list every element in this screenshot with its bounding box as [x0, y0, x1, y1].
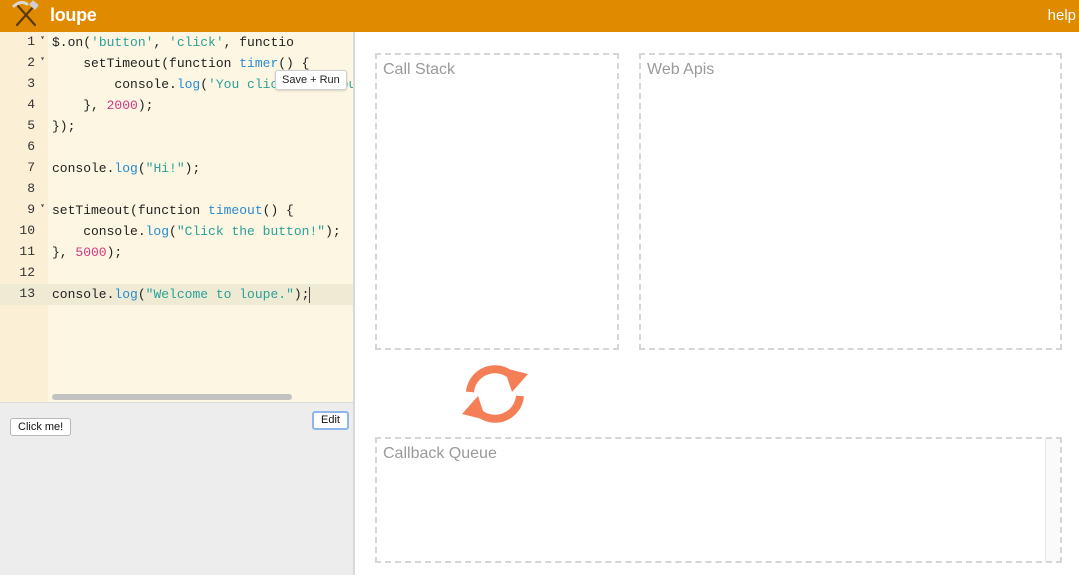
fold-arrow-icon[interactable]: ▾ [40, 201, 45, 211]
code-line-text: }); [52, 119, 76, 134]
text-cursor [309, 286, 311, 303]
editor-scrollbar-thumb[interactable] [52, 394, 292, 400]
web-apis-panel: Web Apis [639, 53, 1062, 350]
line-number: 3 [0, 74, 48, 95]
line-number: 8 [0, 179, 48, 200]
line-number: 5 [0, 116, 48, 137]
line-number: 13 [0, 284, 48, 305]
line-number-text: 6 [27, 139, 35, 154]
code-line[interactable]: }, 5000); [48, 242, 353, 263]
code-line[interactable]: console.log("Hi!"); [48, 158, 353, 179]
line-number: 10 [0, 221, 48, 242]
save-run-button[interactable]: Save + Run [275, 70, 347, 90]
code-line[interactable]: }); [48, 116, 353, 137]
line-number-text: 5 [27, 118, 35, 133]
line-number-text: 1 [27, 34, 35, 49]
fold-arrow-icon[interactable]: ▾ [40, 54, 45, 64]
help-link[interactable]: help [1048, 7, 1076, 24]
callback-queue-scrollbar[interactable] [1045, 439, 1060, 561]
line-number: 11 [0, 242, 48, 263]
code-line[interactable]: setTimeout(function timeout() { [48, 200, 353, 221]
code-line-text: console.log("Hi!"); [52, 161, 201, 176]
code-line-text: console.log("Click the button!"); [52, 224, 341, 239]
code-line-text: }, 5000); [52, 245, 123, 260]
line-number-text: 8 [27, 181, 35, 196]
line-number-gutter: 1 ▾ 2 ▾ 3 4 5 6 7 8 9 ▾ 10 11 12 13 [0, 32, 48, 402]
call-stack-label: Call Stack [383, 61, 456, 78]
line-number: 1 ▾ [0, 32, 48, 53]
left-panel: 1 ▾ 2 ▾ 3 4 5 6 7 8 9 ▾ 10 11 12 13 $.on('button', 'cli… [0, 32, 355, 575]
line-number-text: 12 [19, 265, 35, 280]
code-line[interactable] [48, 137, 353, 158]
top-bar: loupe help [0, 0, 1079, 32]
code-line[interactable]: $.on('button', 'click', functio [48, 32, 353, 53]
code-line-text: setTimeout(function timeout() { [52, 203, 294, 218]
callback-queue-panel: Callback Queue [375, 437, 1062, 563]
line-number: 12 [0, 263, 48, 284]
code-line-text: }, 2000); [52, 98, 154, 113]
line-number-text: 3 [27, 76, 35, 91]
callback-queue-label: Callback Queue [383, 445, 497, 462]
line-number-text: 9 [27, 202, 35, 217]
line-number-text: 7 [27, 160, 35, 175]
refresh-cycle-icon [462, 365, 528, 423]
code-line[interactable] [48, 263, 353, 284]
line-number-text: 13 [19, 286, 35, 301]
line-number-text: 2 [27, 55, 35, 70]
fold-arrow-icon[interactable]: ▾ [40, 33, 45, 43]
pickaxe-hammer-icon [12, 0, 39, 27]
line-number-text: 11 [19, 244, 35, 259]
code-line[interactable]: }, 2000); [48, 95, 353, 116]
click-me-button[interactable]: Click me! [10, 418, 72, 436]
code-line[interactable]: console.log("Welcome to loupe."); [48, 284, 353, 305]
code-line-text: console.log("Welcome to loupe."); [52, 287, 310, 302]
call-stack-panel: Call Stack [375, 53, 619, 350]
html-preview: Click me! Edit [0, 402, 353, 575]
line-number: 4 [0, 95, 48, 116]
line-number: 2 ▾ [0, 53, 48, 74]
line-number: 7 [0, 158, 48, 179]
code-line-text: setTimeout(function timer() { [52, 56, 310, 71]
web-apis-label: Web Apis [647, 61, 715, 78]
edit-button[interactable]: Edit [312, 411, 349, 430]
code-line-text: $.on('button', 'click', functio [52, 35, 294, 50]
panel-divider[interactable] [353, 32, 355, 575]
code-line[interactable] [48, 179, 353, 200]
line-number: 9 ▾ [0, 200, 48, 221]
line-number-text: 4 [27, 97, 35, 112]
line-number: 6 [0, 137, 48, 158]
line-number-text: 10 [19, 223, 35, 238]
code-line[interactable]: console.log("Click the button!"); [48, 221, 353, 242]
app-title[interactable]: loupe [50, 5, 97, 26]
